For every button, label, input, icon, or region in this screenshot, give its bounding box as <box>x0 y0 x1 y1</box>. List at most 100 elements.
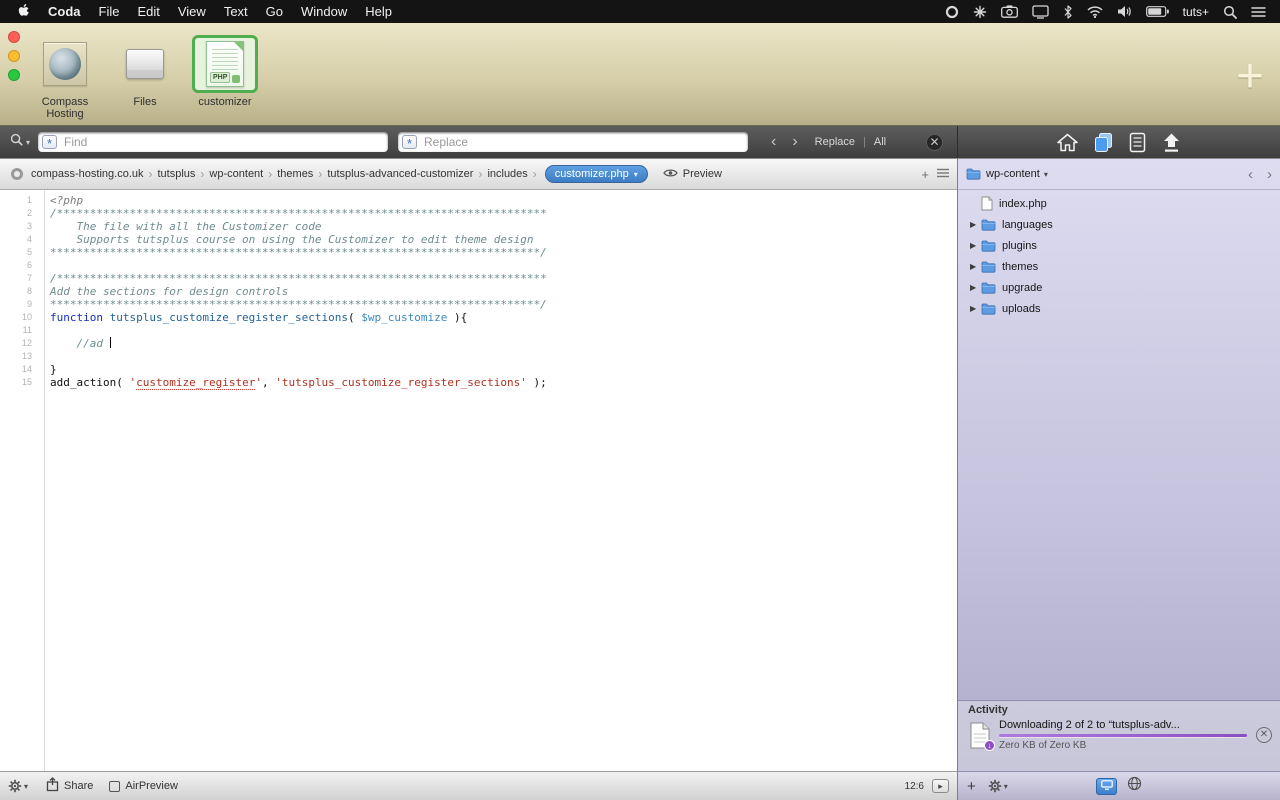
find-input[interactable] <box>38 132 389 152</box>
menu-item-go[interactable]: Go <box>257 4 292 19</box>
current-file-menu[interactable]: customizer.php ▾ <box>544 165 648 183</box>
replace-input[interactable] <box>398 132 749 152</box>
sidebar-forward-button[interactable]: › <box>1267 167 1272 182</box>
cursor-position: 12:6 <box>904 780 924 792</box>
zoom-window-button[interactable] <box>8 69 20 81</box>
minimize-window-button[interactable] <box>8 50 20 62</box>
menu-item-edit[interactable]: Edit <box>128 4 168 19</box>
download-badge-icon: ↓ <box>984 739 995 751</box>
listmenu-icon[interactable] <box>1251 6 1266 18</box>
root-nav-icon[interactable] <box>11 168 23 180</box>
menu-item-help[interactable]: Help <box>356 4 401 19</box>
add-site-button[interactable]: + <box>1236 53 1264 101</box>
breadcrumb-item-themes[interactable]: themes <box>277 168 313 180</box>
tree-item-plugins[interactable]: ▶ plugins <box>958 235 1280 256</box>
display-icon[interactable] <box>1031 4 1049 19</box>
add-file-button[interactable]: + <box>967 779 976 794</box>
code-line-14[interactable]: 14} <box>0 363 957 376</box>
breadcrumb-item-tutsplus[interactable]: tutsplus <box>158 168 196 180</box>
bluetooth-icon[interactable] <box>1063 4 1073 19</box>
record-icon[interactable] <box>945 5 959 19</box>
breadcrumb-item-wp-content[interactable]: wp-content <box>209 168 263 180</box>
menu-item-text[interactable]: Text <box>215 4 257 19</box>
wildcard-icon[interactable] <box>402 135 418 149</box>
account-label[interactable]: tuts+ <box>1183 5 1209 19</box>
apple-menu[interactable] <box>8 3 39 21</box>
breadcrumb-item-tutsplus-advanced-customizer[interactable]: tutsplus-advanced-customizer <box>327 168 473 180</box>
spotlight-icon[interactable] <box>1223 5 1237 19</box>
local-view-button[interactable] <box>1096 777 1117 795</box>
file-name: themes <box>1002 260 1039 273</box>
code-line-6[interactable]: 6 <box>0 259 957 272</box>
code-line-10[interactable]: 10 function tutsplus_customize_register_s… <box>0 311 957 324</box>
preview-button[interactable]: Preview <box>663 168 722 181</box>
disclosure-triangle-icon[interactable]: ▶ <box>970 220 981 229</box>
line-list-icon[interactable] <box>937 168 949 181</box>
root-folder-menu[interactable]: wp-content <box>986 168 1040 180</box>
code-line-11[interactable]: 11 <box>0 324 957 337</box>
code-line-3[interactable]: 3 The file with all the Customizer code <box>0 220 957 233</box>
code-token: add_action( <box>50 376 130 389</box>
menu-item-view[interactable]: View <box>169 4 215 19</box>
clips-icon[interactable] <box>1129 132 1146 153</box>
cancel-download-button[interactable]: ✕ <box>1256 727 1272 743</box>
code-editor[interactable]: 1 <?php 2 /********************************… <box>0 190 957 771</box>
preview-play-button[interactable]: ▸ <box>932 779 949 793</box>
publish-icon[interactable] <box>1162 132 1181 153</box>
home-icon[interactable] <box>1057 133 1078 152</box>
code-line-15[interactable]: 15 add_action( 'customize_register', 'tut… <box>0 376 957 390</box>
app-menu-coda[interactable]: Coda <box>39 4 90 19</box>
breadcrumb-item-includes[interactable]: includes <box>487 168 527 180</box>
code-line-9[interactable]: 9 ***************************************… <box>0 298 957 311</box>
camera-icon[interactable] <box>1000 5 1018 18</box>
wildcard-icon[interactable] <box>42 135 58 149</box>
bottom-bar: ▾ Share AirPreview 12:6 ▸ + ▾ <box>0 771 1280 800</box>
sidebar-gear-menu[interactable]: ▾ <box>988 779 1008 793</box>
code-line-2[interactable]: 2 /**************************************… <box>0 207 957 220</box>
code-line-13[interactable]: 13 <box>0 350 957 363</box>
code-lines: 1 <?php 2 /********************************… <box>0 194 957 390</box>
close-find-bar-button[interactable]: ✕ <box>926 133 943 151</box>
add-split-button[interactable]: + <box>921 167 929 182</box>
close-window-button[interactable] <box>8 31 20 43</box>
replace-button[interactable]: Replace <box>815 136 855 148</box>
site-tab-customizer[interactable]: PHP customizer <box>188 35 262 120</box>
disclosure-triangle-icon[interactable]: ▶ <box>970 262 981 271</box>
editor-gear-menu[interactable]: ▾ <box>8 779 28 793</box>
chevron-down-icon: ▾ <box>1003 781 1008 791</box>
breadcrumb-item-compass-hosting-co-uk[interactable]: compass-hosting.co.uk <box>31 168 144 180</box>
airpreview-toggle[interactable]: AirPreview <box>109 780 178 792</box>
files-icon[interactable] <box>1094 132 1113 153</box>
disclosure-triangle-icon[interactable]: ▶ <box>970 304 981 313</box>
code-line-5[interactable]: 5 ***************************************… <box>0 246 957 259</box>
sidebar-header: wp-content ▾ ‹ › <box>958 159 1280 190</box>
disclosure-triangle-icon[interactable]: ▶ <box>970 241 981 250</box>
tree-item-uploads[interactable]: ▶ uploads <box>958 298 1280 319</box>
volume-icon[interactable] <box>1117 5 1132 18</box>
battery-icon[interactable] <box>1145 6 1169 17</box>
replace-all-button[interactable]: All <box>874 136 886 148</box>
menu-item-window[interactable]: Window <box>292 4 356 19</box>
menu-item-file[interactable]: File <box>90 4 129 19</box>
code-line-7[interactable]: 7 /**************************************… <box>0 272 957 285</box>
site-tab-files[interactable]: Files <box>108 35 182 120</box>
tree-item-themes[interactable]: ▶ themes <box>958 256 1280 277</box>
site-tab-compass-hosting[interactable]: Compass Hosting <box>28 35 102 120</box>
code-line-4[interactable]: 4 Supports tutsplus course on using the … <box>0 233 957 246</box>
flower-icon[interactable] <box>973 5 987 19</box>
wifi-icon[interactable] <box>1087 5 1103 18</box>
remote-view-button[interactable] <box>1127 776 1142 796</box>
find-next-button[interactable]: › <box>785 134 804 150</box>
tree-item-languages[interactable]: ▶ languages <box>958 214 1280 235</box>
code-text: /***************************************… <box>44 272 547 285</box>
code-line-12[interactable]: 12 //ad <box>0 337 957 350</box>
tree-item-upgrade[interactable]: ▶ upgrade <box>958 277 1280 298</box>
code-line-8[interactable]: 8 Add the sections for design controls <box>0 285 957 298</box>
share-button[interactable]: Share <box>46 777 93 795</box>
search-scope-menu[interactable]: ▾ <box>10 133 30 151</box>
sidebar-back-button[interactable]: ‹ <box>1248 167 1253 182</box>
code-line-1[interactable]: 1 <?php <box>0 194 957 207</box>
tree-item-index-php[interactable]: index.php <box>958 193 1280 214</box>
disclosure-triangle-icon[interactable]: ▶ <box>970 283 981 292</box>
find-previous-button[interactable]: ‹ <box>764 134 783 150</box>
